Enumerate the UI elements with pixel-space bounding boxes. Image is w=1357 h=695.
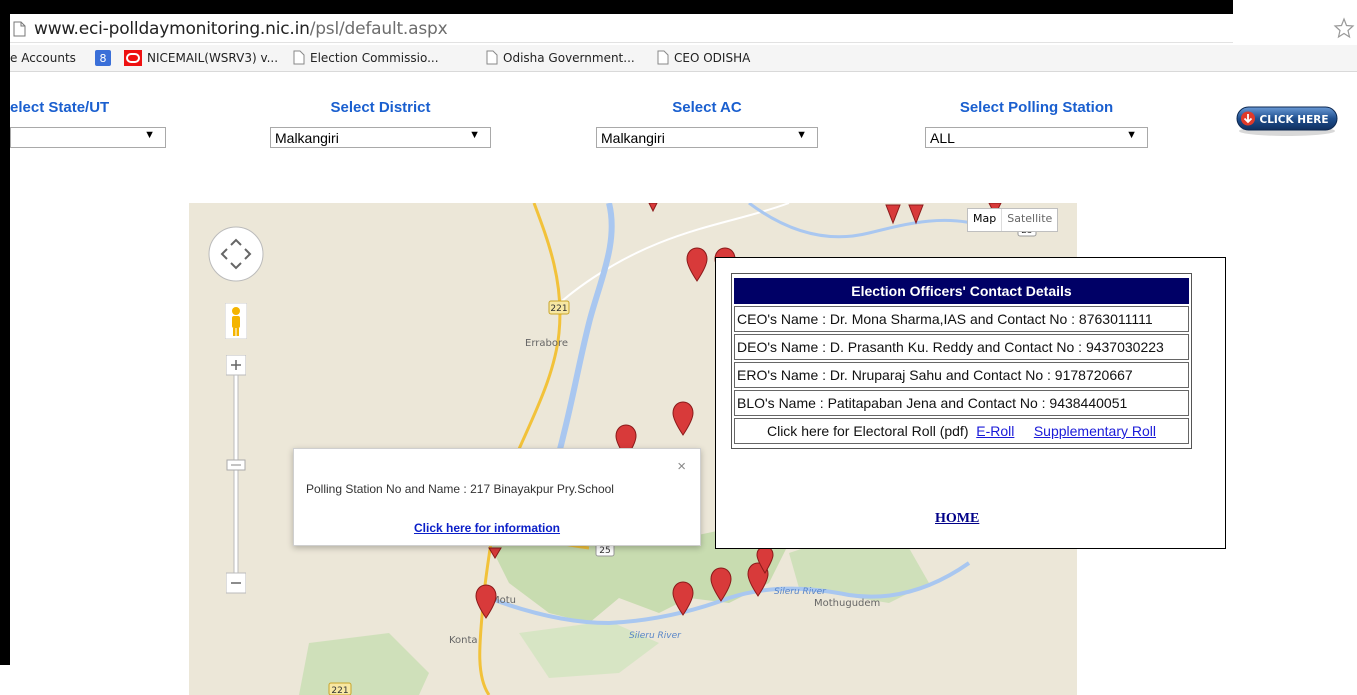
close-icon[interactable]: ×	[677, 458, 686, 475]
polling-station-marker	[672, 401, 694, 436]
address-bar[interactable]: www.eci-polldaymonitoring.nic.in/psl/def…	[10, 15, 1233, 43]
dropdown-arrow-icon: ▼	[144, 129, 155, 141]
url-text: www.eci-polldaymonitoring.nic.in/psl/def…	[34, 19, 448, 39]
bookmark-ceo-odisha[interactable]: CEO ODISHA	[674, 51, 750, 65]
map-type-control: Map Satellite	[967, 208, 1059, 232]
svg-text:8: 8	[100, 52, 107, 65]
window-frame-left	[0, 0, 10, 665]
bookmarks-bar: e Accounts 8 NICEMAIL(WSRV3) v... Electi…	[10, 45, 1357, 72]
ac-select[interactable]: Malkangiri ▼	[596, 127, 818, 148]
district-select[interactable]: Malkangiri ▼	[270, 127, 491, 148]
bookmark-election-commission[interactable]: Election Commissio...	[310, 51, 439, 65]
ceo-contact-row: CEO's Name : Dr. Mona Sharma,IAS and Con…	[734, 306, 1189, 332]
bookmark-odisha-government[interactable]: Odisha Government...	[503, 51, 635, 65]
polling-station-marker	[885, 204, 901, 225]
polling-station-label: Select Polling Station	[959, 99, 1114, 116]
polling-station-select-value: ALL	[930, 130, 955, 146]
click-here-label: CLICK HERE	[1259, 114, 1328, 126]
polling-station-text: Polling Station No and Name : 217 Binaya…	[306, 482, 614, 496]
polling-station-marker	[672, 581, 694, 616]
map-info-window: × Polling Station No and Name : 217 Bina…	[293, 448, 701, 546]
click-here-button[interactable]: CLICK HERE	[1236, 105, 1338, 137]
e-roll-link[interactable]: E-Roll	[976, 423, 1014, 439]
page-icon	[13, 21, 26, 37]
bookmark-nicemail[interactable]: NICEMAIL(WSRV3) v...	[147, 51, 278, 65]
contact-table: Election Officers' Contact Details CEO's…	[731, 273, 1192, 449]
folder-page-icon	[486, 50, 498, 65]
polling-station-marker	[908, 204, 924, 225]
home-link[interactable]: HOME	[935, 511, 979, 527]
google-plus-icon[interactable]: 8	[95, 50, 111, 66]
district-select-value: Malkangiri	[275, 130, 339, 146]
ero-contact-row: ERO's Name : Dr. Nruparaj Sahu and Conta…	[734, 362, 1189, 388]
ac-select-value: Malkangiri	[601, 130, 665, 146]
window-frame-top	[0, 0, 1233, 14]
folder-page-icon	[293, 50, 305, 65]
district-label: Select District	[330, 99, 431, 116]
url-path: /psl/default.aspx	[309, 19, 448, 39]
folder-page-icon	[657, 50, 669, 65]
polling-station-marker	[710, 567, 732, 602]
dropdown-arrow-icon: ▼	[469, 129, 480, 141]
map-type-map-button[interactable]: Map	[968, 209, 1003, 231]
deo-contact-row: DEO's Name : D. Prasanth Ku. Reddy and C…	[734, 334, 1189, 360]
polling-station-marker	[648, 203, 658, 213]
supplementary-roll-link[interactable]: Supplementary Roll	[1034, 423, 1156, 439]
state-label: elect State/UT	[10, 99, 110, 116]
map-type-satellite-button[interactable]: Satellite	[1002, 209, 1057, 231]
contact-details-panel: Election Officers' Contact Details CEO's…	[715, 257, 1226, 549]
ac-label: Select AC	[672, 99, 742, 116]
polling-station-marker	[488, 547, 502, 559]
dropdown-arrow-icon: ▼	[1126, 129, 1137, 141]
state-select[interactable]: ▼	[10, 127, 166, 148]
oracle-mail-icon[interactable]	[124, 50, 142, 66]
information-link[interactable]: Click here for information	[294, 521, 680, 535]
electoral-roll-row: Click here for Electoral Roll (pdf) E-Ro…	[734, 418, 1189, 444]
polling-station-marker	[475, 584, 497, 619]
contact-table-header: Election Officers' Contact Details	[734, 278, 1189, 304]
dropdown-arrow-icon: ▼	[796, 129, 807, 141]
polling-station-select[interactable]: ALL ▼	[925, 127, 1148, 148]
polling-station-marker	[686, 247, 708, 282]
blo-contact-row: BLO's Name : Patitapaban Jena and Contac…	[734, 390, 1189, 416]
electoral-roll-text: Click here for Electoral Roll (pdf)	[766, 423, 969, 439]
url-host: www.eci-polldaymonitoring.nic.in	[34, 19, 310, 39]
bookmark-star-icon[interactable]	[1333, 17, 1355, 39]
bookmark-accounts[interactable]: e Accounts	[10, 51, 76, 65]
